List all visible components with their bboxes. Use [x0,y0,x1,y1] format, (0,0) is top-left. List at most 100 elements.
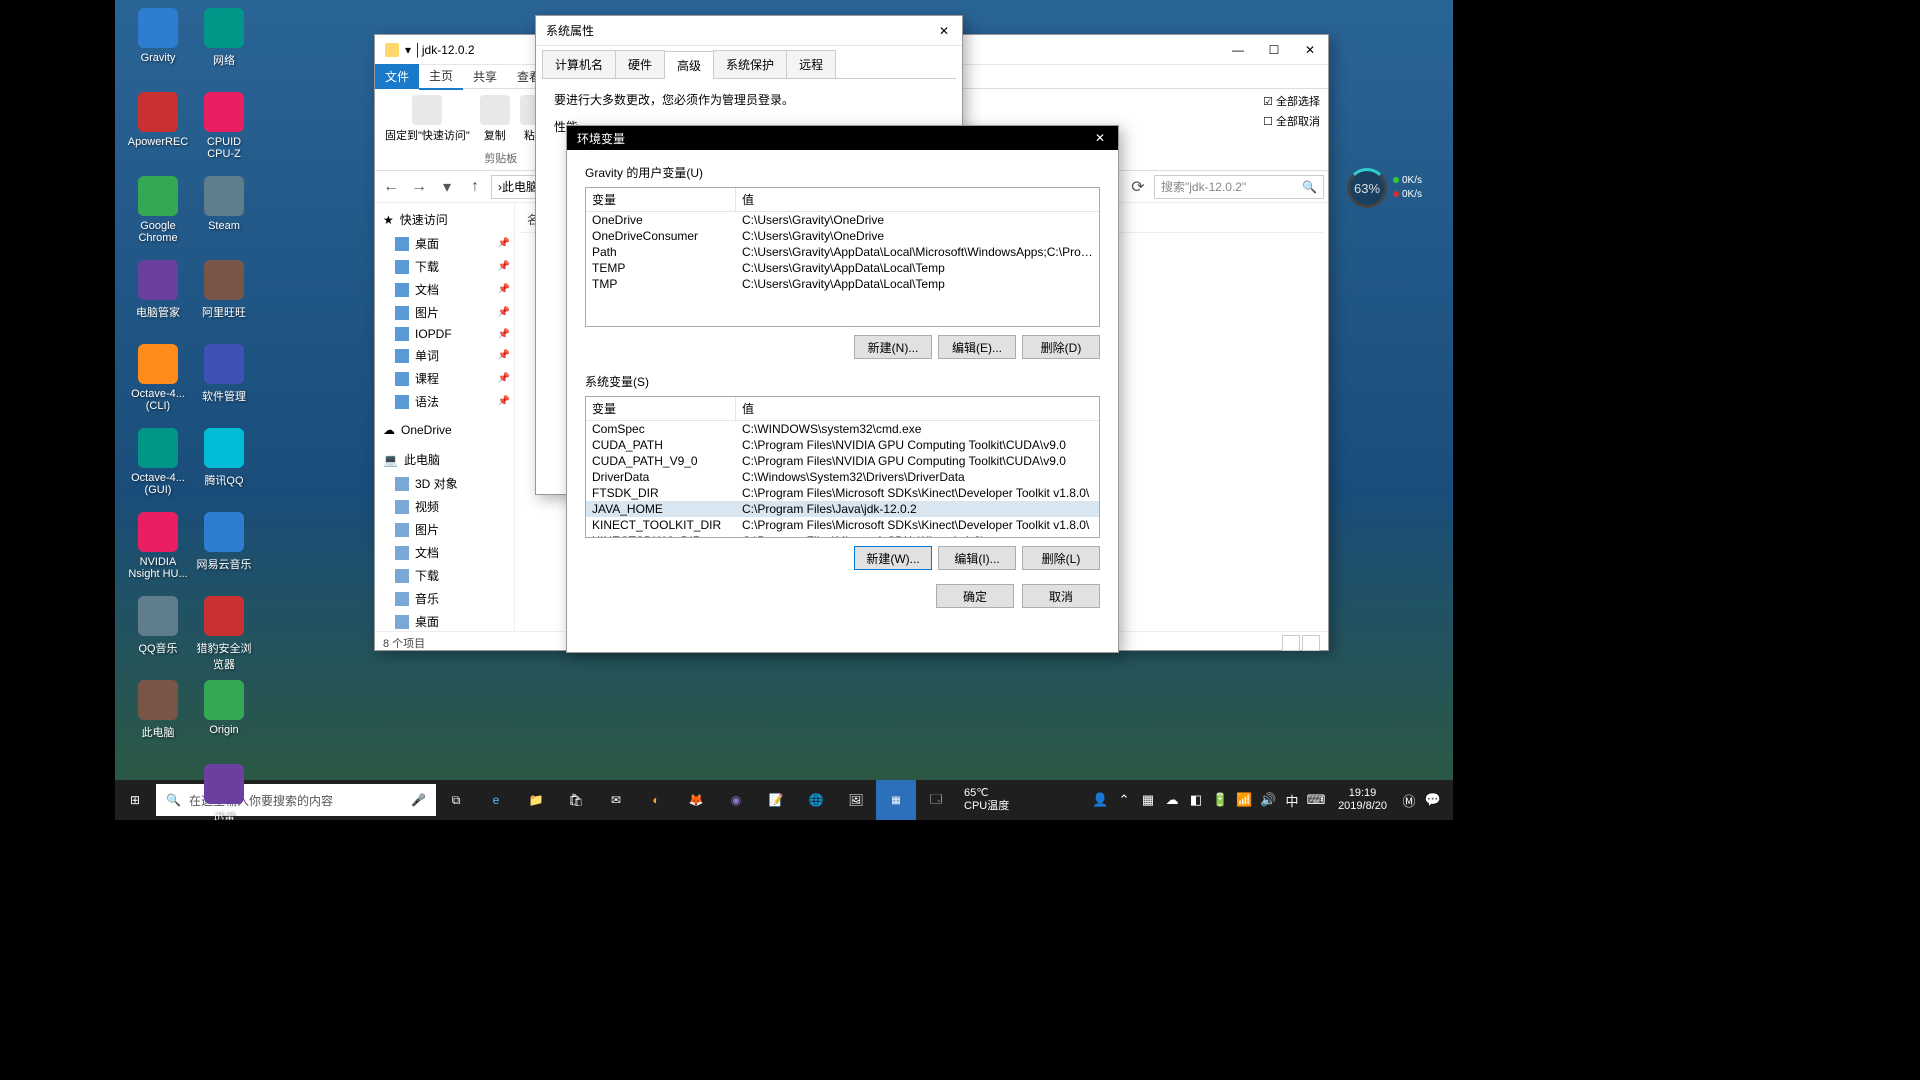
nav-item[interactable]: 文档 [375,541,514,564]
tab-share[interactable]: 共享 [463,64,507,89]
tray-chevron-up-icon[interactable]: ⌃ [1112,780,1136,820]
nav-onedrive[interactable]: ☁ OneDrive [375,419,514,441]
desktop-icon-qq[interactable]: QQ音乐 [127,596,189,656]
var-row[interactable]: CUDA_PATHC:\Program Files\NVIDIA GPU Com… [586,437,1099,453]
var-row[interactable]: KINECTSDK10_DIRC:\Program Files\Microsof… [586,533,1099,538]
nav-item[interactable]: 桌面📌 [375,232,514,255]
taskbar-app2[interactable]: ▦ [876,780,916,820]
desktop-icon-[interactable]: 阿里旺旺 [193,260,255,320]
desktop-icon-steam[interactable]: Steam [193,176,255,232]
nav-item[interactable]: 单词📌 [375,344,514,367]
sysprops-tab[interactable]: 高级 [664,51,714,79]
var-row[interactable]: TEMPC:\Users\Gravity\AppData\Local\Temp [586,260,1099,276]
maximize-button[interactable]: ☐ [1256,35,1292,65]
back-button[interactable]: ← [379,175,403,199]
tray-wifi-icon[interactable]: 📶 [1232,780,1256,820]
tray-ime-icon[interactable]: 中 [1280,780,1304,820]
sysprops-tab[interactable]: 远程 [786,50,836,78]
cancel-button[interactable]: 取消 [1022,584,1100,608]
sysprops-tab[interactable]: 硬件 [615,50,665,78]
nav-item[interactable]: 音乐 [375,587,514,610]
view-details-button[interactable] [1282,635,1300,651]
pin-button[interactable]: 固定到"快速访问" [383,93,472,146]
sys-delete-button[interactable]: 删除(L) [1022,546,1100,570]
task-view-button[interactable]: ⧉ [436,780,476,820]
history-button[interactable]: ▾ [435,175,459,199]
var-row[interactable]: JAVA_HOMEC:\Program Files\Java\jdk-12.0.… [586,501,1099,517]
sys-edit-button[interactable]: 编辑(I)... [938,546,1016,570]
taskbar-chrome[interactable]: 🌐 [796,780,836,820]
user-new-button[interactable]: 新建(N)... [854,335,932,359]
ok-button[interactable]: 确定 [936,584,1014,608]
col-value[interactable]: 值 [736,188,1099,211]
env-titlebar[interactable]: 环境变量 ✕ [567,126,1118,150]
start-button[interactable]: ⊞ [115,780,155,820]
taskbar-firefox[interactable]: 🦊 [676,780,716,820]
var-row[interactable]: DriverDataC:\Windows\System32\Drivers\Dr… [586,469,1099,485]
taskbar-clock[interactable]: 19:192019/8/20 [1328,785,1397,815]
tab-file[interactable]: 文件 [375,64,419,89]
var-row[interactable]: FTSDK_DIRC:\Program Files\Microsoft SDKs… [586,485,1099,501]
var-row[interactable]: PathC:\Users\Gravity\AppData\Local\Micro… [586,244,1099,260]
close-button[interactable]: ✕ [1082,123,1118,153]
nav-item[interactable]: 语法📌 [375,390,514,413]
user-delete-button[interactable]: 删除(D) [1022,335,1100,359]
desktop-icon-[interactable]: 网络 [193,8,255,68]
nav-item[interactable]: 图片 [375,518,514,541]
col-variable[interactable]: 变量 [586,397,736,420]
desktop-icon-origin[interactable]: Origin [193,680,255,736]
user-vars-table[interactable]: 变量值 OneDriveC:\Users\Gravity\OneDriveOne… [585,187,1100,327]
nav-this-pc[interactable]: 💻 此电脑 [375,447,514,472]
var-row[interactable]: OneDriveConsumerC:\Users\Gravity\OneDriv… [586,228,1099,244]
nav-item[interactable]: IOPDF📌 [375,324,514,344]
sys-new-button[interactable]: 新建(W)... [854,546,932,570]
var-row[interactable]: KINECT_TOOLKIT_DIRC:\Program Files\Micro… [586,517,1099,533]
desktop-icon-octave4gui[interactable]: Octave-4...(GUI) [127,428,189,496]
action-center-icon[interactable]: 💬 [1421,780,1445,820]
view-icons-button[interactable] [1302,635,1320,651]
minimize-button[interactable]: — [1220,35,1256,65]
performance-widget[interactable]: 63% 0K/s 0K/s [1347,168,1439,208]
nav-item[interactable]: 下载 [375,564,514,587]
nav-item[interactable]: 图片📌 [375,301,514,324]
up-button[interactable]: ↑ [463,175,487,199]
desktop-icon-[interactable]: 猎豹安全浏览器 [193,596,255,672]
nav-item[interactable]: 下载📌 [375,255,514,278]
tray-people-icon[interactable]: 👤 [1088,780,1112,820]
close-button[interactable]: ✕ [1292,35,1328,65]
taskbar-eclipse[interactable]: ◉ [716,780,756,820]
var-row[interactable]: CUDA_PATH_V9_0C:\Program Files\NVIDIA GP… [586,453,1099,469]
var-row[interactable]: ComSpecC:\WINDOWS\system32\cmd.exe [586,421,1099,437]
tray-keyboard-icon[interactable]: ⌨ [1304,780,1328,820]
taskbar-edge[interactable]: e [476,780,516,820]
taskbar-app1[interactable]: ◐ [636,780,676,820]
desktop-icon-googlechrome[interactable]: Google Chrome [127,176,189,244]
taskbar-explorer[interactable]: 📁 [516,780,556,820]
tray-battery-icon[interactable]: 🔋 [1208,780,1232,820]
taskbar-store[interactable]: 🛍 [556,780,596,820]
sysprops-tab[interactable]: 计算机名 [542,50,616,78]
taskbar-app3[interactable]: 🗔 [916,780,956,820]
desktop-icon-[interactable]: 网易云音乐 [193,512,255,572]
desktop-icon-qq[interactable]: 腾讯QQ [193,428,255,488]
col-variable[interactable]: 变量 [586,188,736,211]
tray-volume-icon[interactable]: 🔊 [1256,780,1280,820]
var-row[interactable]: TMPC:\Users\Gravity\AppData\Local\Temp [586,276,1099,292]
nav-item[interactable]: 3D 对象 [375,472,514,495]
nav-item[interactable]: 课程📌 [375,367,514,390]
forward-button[interactable]: → [407,175,431,199]
desktop-icon-gravity[interactable]: Gravity [127,8,189,64]
select-none-button[interactable]: ☐ 全部取消 [1263,113,1320,133]
taskbar-photos[interactable]: 🖼 [836,780,876,820]
tab-home[interactable]: 主页 [419,63,463,90]
tray-onedrive-icon[interactable]: ☁ [1160,780,1184,820]
nav-item[interactable]: 桌面 [375,610,514,631]
sys-vars-table[interactable]: 变量值 ComSpecC:\WINDOWS\system32\cmd.exeCU… [585,396,1100,538]
close-button[interactable]: ✕ [926,16,962,46]
desktop-icon-apowerrec[interactable]: ApowerREC [127,92,189,148]
user-edit-button[interactable]: 编辑(E)... [938,335,1016,359]
desktop-icon-[interactable]: 电脑管家 [127,260,189,320]
taskbar-mail[interactable]: ✉ [596,780,636,820]
nav-item[interactable]: 视频 [375,495,514,518]
sysprops-tab[interactable]: 系统保护 [713,50,787,78]
